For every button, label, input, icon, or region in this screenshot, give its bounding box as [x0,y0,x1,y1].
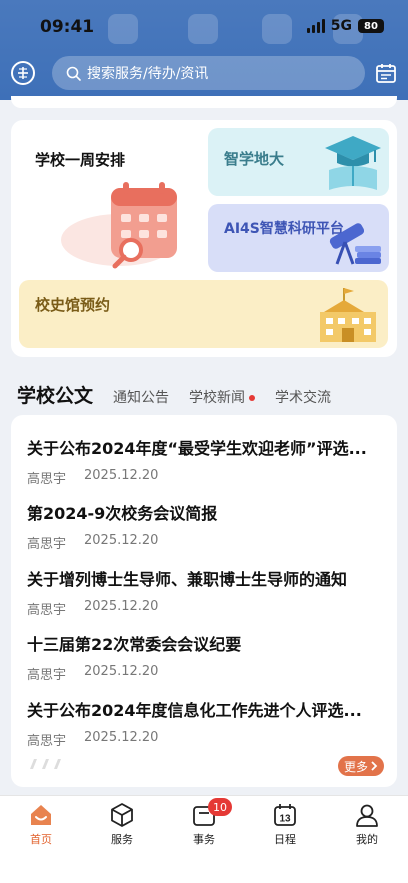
document-date: 2025.12.20 [84,468,159,483]
app-header: 09:41 5G 80 搜索服务/待办/资讯 [0,0,408,100]
status-indicators: 5G 80 [306,18,384,34]
zhixue-tile[interactable]: 智学地大 [208,128,389,196]
home-icon [31,805,51,825]
document-author: 高思宇 [27,734,67,749]
background-app-icon [262,14,292,44]
page-indicator [30,759,61,769]
network-type: 5G [330,18,352,34]
document-title: 第2024-9次校务会议简报 [27,504,218,523]
battery-icon: 80 [358,19,384,33]
more-label: 更多 [343,759,368,774]
document-author: 高思宇 [27,603,67,618]
calendar-magnifier-icon [61,182,177,269]
tabbar-home-label: 首页 [30,833,52,846]
tab-academic-exchange[interactable]: 学术交流 [275,387,331,407]
tabbar-mine-label: 我的 [356,833,378,846]
week-schedule-tile[interactable]: 学校一周安排 [19,128,207,270]
document-author: 高思宇 [27,472,67,487]
calendar-icon: 13 [274,804,296,826]
document-date: 2025.12.20 [84,664,159,679]
signal-icon [306,19,325,33]
document-date: 2025.12.20 [84,730,159,745]
tabbar-schedule-label: 日程 [274,833,296,846]
list-item[interactable]: 关于公布2024年度“最受学生欢迎老师”评选... 高思宇 2025.12.20 [27,435,387,487]
history-museum-label: 校史馆预约 [35,296,111,314]
search-input[interactable]: 搜索服务/待办/资讯 [52,56,365,90]
graduation-book-icon [325,136,381,190]
tabbar-mine[interactable]: 我的 [337,802,397,847]
list-item[interactable]: 关于增列博士生导师、兼职博士生导师的通知 高思宇 2025.12.20 [27,566,387,618]
week-schedule-label: 学校一周安排 [35,151,126,169]
document-title: 关于公布2024年度信息化工作先进个人评选... [27,701,362,720]
tabbar-services[interactable]: 服务 [92,802,152,847]
ai4s-tile[interactable]: AI4S智慧科研平台 [208,204,389,272]
document-author: 高思宇 [27,537,67,552]
bottom-tab-bar: 首页 服务 事务 10 13 日程 我的 [0,795,408,883]
list-item[interactable]: 十三届第22次常委会会议纪要 高思宇 2025.12.20 [27,631,387,683]
document-list: 关于公布2024年度“最受学生欢迎老师”评选... 高思宇 2025.12.20 … [11,415,397,787]
tabbar-home[interactable]: 首页 [11,802,71,847]
list-item[interactable]: 第2024-9次校务会议简报 高思宇 2025.12.20 [27,500,387,552]
notification-badge: 10 [208,798,232,816]
document-title: 关于公布2024年度“最受学生欢迎老师”评选... [27,439,367,458]
calendar-icon [376,64,396,83]
scan-button[interactable] [11,61,35,85]
background-app-icon [188,14,218,44]
previous-card-edge [11,96,397,108]
search-placeholder: 搜索服务/待办/资讯 [87,66,209,82]
news-tabs: 学校公文 通知公告 学校新闻 学术交流 [17,381,408,411]
tab-notices[interactable]: 通知公告 [113,387,169,407]
tabbar-services-label: 服务 [111,833,133,846]
person-icon [356,804,378,827]
search-icon [66,66,81,81]
document-author: 高思宇 [27,668,67,683]
tabbar-affairs[interactable]: 事务 10 [174,798,234,847]
status-time: 09:41 [40,17,95,37]
tabbar-affairs-label: 事务 [193,833,215,846]
telescope-books-icon [329,223,381,265]
scan-icon [18,67,28,79]
tabbar-schedule[interactable]: 13 日程 [255,802,315,847]
calendar-day-number: 13 [279,814,291,825]
document-title: 关于增列博士生导师、兼职博士生导师的通知 [27,570,348,589]
tab-school-documents[interactable]: 学校公文 [17,381,93,408]
history-museum-tile[interactable]: 校史馆预约 [19,280,388,348]
background-app-icon [108,14,138,44]
cube-icon [111,803,133,827]
document-date: 2025.12.20 [84,533,159,548]
unread-dot [249,395,256,401]
document-title: 十三届第22次常委会会议纪要 [27,635,242,654]
quick-entry-card: 学校一周安排 智学地大 AI4S智慧科研平台 校史馆预约 [11,120,397,357]
tab-school-news-label: 学校新闻 [189,390,246,406]
more-button[interactable]: 更多 [338,756,384,776]
tab-school-news[interactable]: 学校新闻 [189,387,256,407]
zhixue-label: 智学地大 [224,150,285,168]
school-building-icon [320,288,376,342]
document-date: 2025.12.20 [84,599,159,614]
chevron-right-icon [371,761,378,771]
calendar-button[interactable] [375,62,397,84]
list-item[interactable]: 关于公布2024年度信息化工作先进个人评选... 高思宇 2025.12.20 [27,697,387,749]
